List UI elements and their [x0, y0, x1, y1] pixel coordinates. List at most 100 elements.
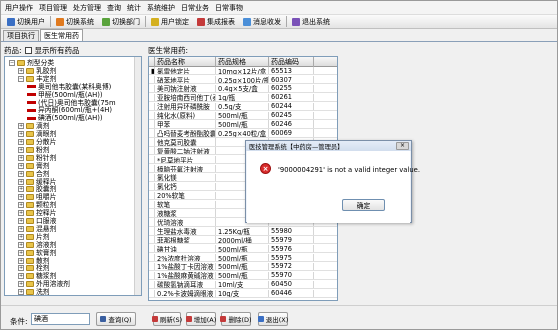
tree-node[interactable]: + 外用溶液剂 — [18, 280, 70, 288]
tree-expander[interactable]: + — [18, 123, 24, 130]
tree-expander[interactable]: + — [18, 194, 24, 201]
toolbar-button[interactable]: 切换系统 — [53, 16, 97, 28]
tree-node[interactable]: + 溶液剂 — [18, 241, 56, 249]
tab-project-execution[interactable]: 项目执行 — [3, 30, 39, 41]
toolbar-button[interactable]: 切换部门 — [99, 16, 143, 28]
tree-node[interactable]: + 乳胶剂 — [18, 67, 56, 75]
menu-item[interactable]: 项目管理 — [39, 3, 67, 13]
tree-node[interactable]: + 软膏剂 — [18, 249, 56, 257]
tree-expander[interactable]: − — [18, 75, 24, 82]
toolbar-button[interactable]: 用户锁定 — [148, 16, 192, 28]
tree-expander[interactable]: + — [18, 162, 24, 169]
table-row[interactable]: 生理盐水毒液 1.25Kg/瓶 55980 — [149, 227, 337, 236]
ok-button[interactable]: 确定 — [342, 199, 385, 211]
tree-expander[interactable]: + — [18, 170, 24, 177]
add-button[interactable]: 增加(A) — [185, 312, 216, 326]
dialog-close-button[interactable]: × — [396, 142, 409, 150]
table-row[interactable]: 碘甘油 500ml/瓶 55976 — [149, 245, 337, 254]
tree-expander[interactable]: + — [18, 178, 24, 185]
tree-expander[interactable]: + — [18, 273, 24, 280]
tree-expander[interactable]: + — [18, 241, 24, 248]
tree-expander[interactable]: + — [18, 225, 24, 232]
search-button[interactable]: 查询(Q) — [96, 312, 136, 326]
show-all-checkbox[interactable] — [24, 46, 32, 54]
table-row[interactable]: 0.2%卡波姆滴眼液 10g/支 60446 — [149, 289, 337, 298]
toolbar-button[interactable]: 消息收发 — [240, 16, 284, 28]
menu-item[interactable]: 日常业务 — [181, 3, 209, 13]
table-cell: 0.5g/支 — [216, 102, 269, 110]
tree-node[interactable]: + 粉剂 — [18, 146, 50, 154]
table-row[interactable]: 1%盐酸麻黄碱溶液 500ml/瓶 55970 — [149, 271, 337, 281]
tree-expander[interactable]: + — [18, 233, 24, 240]
tree-expander[interactable]: + — [18, 139, 24, 145]
table-row[interactable]: 美司钠注射液 0.4g×5支/盒 60255 — [149, 84, 337, 94]
column-header[interactable]: 药品编码 — [269, 57, 314, 67]
tab-doctor-common-drugs[interactable]: 医生常用药 — [40, 29, 83, 41]
tree-node[interactable]: + 滴剂 — [18, 122, 50, 130]
refresh-button[interactable]: 刷新(S) — [151, 312, 182, 326]
tree-expander[interactable]: + — [18, 131, 24, 138]
exit-button[interactable]: 退出(X) — [257, 312, 288, 326]
tree-expander[interactable]: + — [18, 202, 24, 209]
table-row[interactable]: 亚胺培南西司他丁(泰能)1g/瓶60261 — [149, 93, 337, 103]
tree-node[interactable]: + 膏剂 — [18, 162, 50, 170]
tree-node[interactable]: + 滴眼剂 — [18, 130, 56, 138]
tree-scrollbar[interactable] — [134, 57, 141, 295]
tree-expander[interactable]: + — [18, 67, 24, 74]
table-row[interactable]: 注射用异环磷酰胺 0.5g/支 60244 — [149, 102, 337, 111]
menu-item[interactable]: 查询 — [107, 3, 121, 13]
tree-expander[interactable]: + — [18, 218, 24, 224]
tree-node-label: 滴眼剂 — [36, 130, 57, 139]
table-row[interactable]: ■氯雷他定片10mg×12片/盒65513 — [149, 67, 337, 76]
table-row[interactable]: 凸吗替麦考酚酯胶囊 0.25g×40粒/盒 60069 — [149, 129, 337, 138]
tree-expander[interactable]: + — [18, 146, 24, 153]
toolbar-separator — [50, 16, 51, 27]
delete-button[interactable]: 删除(D) — [220, 312, 252, 326]
tree-node[interactable]: + 分散片 — [18, 138, 56, 146]
toolbar-button[interactable]: 退出系统 — [289, 16, 333, 28]
tree-node[interactable]: + 洗剂 — [18, 288, 50, 295]
tree-node[interactable]: + 片剂 — [18, 233, 50, 241]
tree-expander[interactable]: + — [18, 210, 24, 217]
tree-node[interactable]: + 颗粒剂 — [18, 201, 56, 209]
table-row[interactable]: 2%浓度杜溶液 500ml/瓶 55975 — [149, 253, 337, 263]
tree-node[interactable]: + 合剂 — [18, 170, 50, 178]
table-row[interactable]: 甲苯 500ml/瓶 60246 — [149, 120, 337, 129]
column-header[interactable]: 药品规格 — [216, 57, 269, 67]
table-row[interactable]: 纯化水(原料) 500ml/瓶 60245 — [149, 111, 337, 120]
table-row[interactable]: 菲那根糖浆 2000ml/桶 55979 — [149, 236, 337, 245]
table-cell: 优琦溶液 — [155, 218, 216, 226]
tree-expander[interactable]: + — [18, 186, 24, 193]
table-row[interactable]: 硝苯地平片 0.25g×100片/瓶 60307 — [149, 75, 337, 85]
tree-node[interactable]: + 口服液 — [18, 217, 56, 225]
tree-expander[interactable]: + — [18, 281, 24, 288]
table-row[interactable]: 碳酸氢钠滴耳液 10ml/支 60450 — [149, 280, 337, 289]
menu-item[interactable]: 系统维护 — [147, 3, 175, 13]
tree-node[interactable]: − 丰定剂 — [18, 75, 56, 83]
condition-input[interactable]: 碘酒 — [31, 313, 90, 325]
drug-tree[interactable]: − 剂型分类 + 乳胶剂 − 丰定剂 奥司他韦胶囊(某科奥博) 甲醛(500ml/瓶(AH))… — [4, 56, 142, 296]
menu-item[interactable]: 日常事物 — [215, 3, 243, 13]
menu-item[interactable]: 用户操作 — [5, 3, 33, 13]
tree-node[interactable]: + 粉针剂 — [18, 154, 56, 162]
tree-node[interactable]: + 控释片 — [18, 209, 56, 217]
toolbar-button[interactable]: 集成报表 — [194, 16, 238, 28]
toolbar-button[interactable]: 切换用户 — [4, 16, 48, 28]
tree-expander[interactable]: + — [18, 257, 24, 264]
table-row[interactable]: 1%盐酸丁卡因溶液 500ml/瓶 55972 — [149, 262, 337, 272]
menu-item[interactable]: 统计 — [127, 3, 141, 13]
tree-expander[interactable]: + — [18, 154, 24, 161]
tree-node[interactable]: 甲醛(500ml/瓶(AH)) — [27, 91, 103, 99]
table-cell: 60446 — [269, 289, 314, 297]
menu-item[interactable]: 处方管理 — [73, 3, 101, 13]
tree-expander[interactable]: + — [18, 289, 24, 295]
tree-expander[interactable]: + — [18, 265, 24, 272]
tree-node[interactable]: (代日)奥司他韦胶囊(75m — [27, 99, 116, 107]
tree-expander[interactable]: + — [18, 249, 24, 256]
column-header[interactable]: 药品名称 — [155, 57, 216, 67]
column-header[interactable] — [314, 57, 337, 67]
tree-expander[interactable]: − — [9, 60, 15, 66]
tree-node[interactable]: 奥司他韦胶囊(某科奥博) — [27, 83, 111, 91]
tree-node[interactable]: + 混悬剂 — [18, 225, 56, 233]
tree-node[interactable]: − 剂型分类 — [9, 59, 54, 67]
